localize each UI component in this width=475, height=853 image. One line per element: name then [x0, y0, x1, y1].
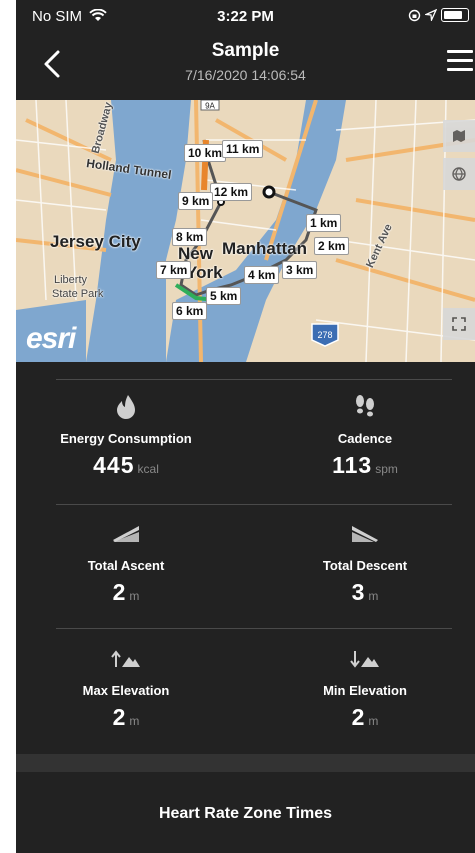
km-marker: 7 km — [156, 261, 192, 279]
flame-icon — [16, 393, 236, 421]
descent-icon — [255, 520, 475, 548]
map-place-label: Jersey City — [50, 232, 141, 251]
energy-stat: Energy Consumption 445 kcal — [16, 393, 236, 479]
stat-label: Max Elevation — [82, 683, 170, 698]
page-title: Sample — [211, 40, 280, 61]
km-marker: 4 km — [244, 266, 280, 284]
min-elevation-icon — [255, 645, 475, 673]
globe-icon — [452, 167, 466, 181]
map-icon — [453, 130, 465, 142]
highway-shield-text: 278 — [317, 330, 332, 340]
km-marker: 1 km — [306, 214, 342, 232]
stat-label: Cadence — [337, 431, 393, 446]
map-place-label: Manhattan — [222, 239, 307, 258]
location-arrow-icon — [425, 9, 437, 21]
stat-unit: kcal — [137, 462, 159, 476]
stat-unit: m — [129, 589, 140, 603]
km-marker: 3 km — [282, 261, 318, 279]
route-map[interactable]: 9A 278 Broadway Holland Tunnel Jersey Ci… — [16, 100, 475, 362]
status-time: 3:22 PM — [217, 8, 274, 25]
min-elevation-stat: Min Elevation 2m — [255, 645, 475, 731]
km-marker: 2 km — [314, 237, 350, 255]
stat-value: 113 — [332, 452, 373, 478]
stat-unit: m — [368, 714, 379, 728]
km-marker: 8 km — [172, 228, 208, 246]
esri-logo: esri — [26, 322, 76, 355]
fullscreen-icon — [452, 317, 466, 331]
map-place-label: Liberty — [54, 274, 88, 286]
app-screen: No SIM 3:22 PM Sample 7/16/2020 14:06:54 — [16, 0, 475, 853]
km-marker: 11 km — [222, 140, 264, 158]
fullscreen-button[interactable] — [443, 308, 475, 340]
battery-icon — [441, 8, 469, 22]
stat-value: 3 — [351, 579, 366, 605]
map-place-label: State Park — [52, 288, 104, 300]
stat-value: 2 — [112, 579, 127, 605]
total-ascent-stat: Total Ascent 2m — [16, 520, 236, 606]
basemap-toggle-button[interactable] — [443, 120, 475, 152]
km-marker: 6 km — [172, 302, 208, 320]
stat-unit: spm — [375, 462, 398, 476]
route-shield-text: 9A — [205, 102, 215, 111]
ascent-icon — [16, 520, 236, 548]
stat-label: Min Elevation — [323, 683, 407, 698]
stat-label: Total Ascent — [87, 558, 165, 573]
km-marker: 10 km — [184, 144, 227, 162]
max-elevation-stat: Max Elevation 2m — [16, 645, 236, 731]
hamburger-menu-icon[interactable] — [447, 50, 473, 74]
divider — [56, 628, 452, 629]
km-marker: 12 km — [210, 183, 253, 201]
stat-unit: m — [368, 589, 379, 603]
footprints-icon — [255, 393, 475, 421]
stat-value: 2 — [112, 704, 127, 730]
stat-value: 2 — [351, 704, 366, 730]
orientation-lock-icon — [408, 9, 421, 21]
divider — [56, 504, 452, 505]
max-elevation-icon — [16, 645, 236, 673]
cadence-stat: Cadence 113 spm — [255, 393, 475, 479]
stat-unit: m — [129, 714, 140, 728]
km-marker: 9 km — [178, 192, 214, 210]
heart-rate-zone-times-title: Heart Rate Zone Times — [158, 805, 333, 822]
km-marker: 5 km — [206, 287, 242, 305]
status-right — [408, 8, 469, 22]
map-place-label: York — [186, 263, 223, 282]
divider — [56, 379, 452, 380]
nav-bar: Sample 7/16/2020 14:06:54 — [16, 34, 475, 100]
status-bar: No SIM 3:22 PM — [16, 0, 475, 34]
globe-toggle-button[interactable] — [443, 158, 475, 190]
activity-datetime: 7/16/2020 14:06:54 — [185, 67, 306, 83]
section-separator — [16, 754, 475, 772]
stat-label: Energy Consumption — [60, 431, 192, 446]
total-descent-stat: Total Descent 3m — [255, 520, 475, 606]
stat-label: Total Descent — [322, 558, 408, 573]
stat-value: 445 — [93, 452, 135, 478]
